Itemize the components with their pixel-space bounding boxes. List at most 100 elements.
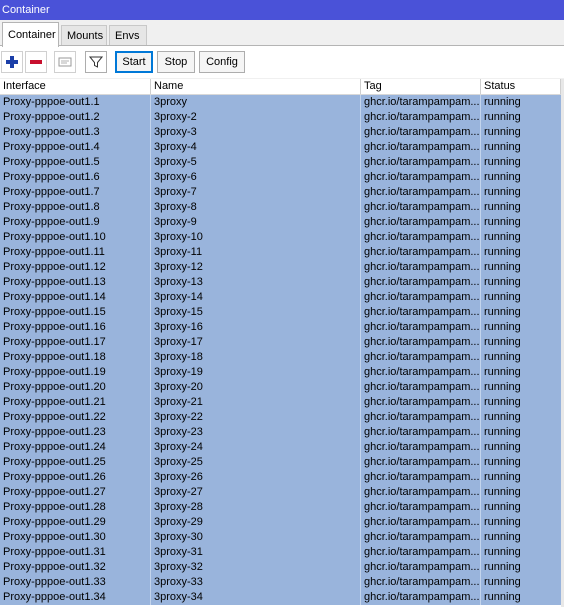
cell-name: 3proxy-31 [151,545,361,560]
cell-name: 3proxy-22 [151,410,361,425]
table-row[interactable]: Proxy-pppoe-out1.7 3proxy-7 ghcr.io/taramp… [0,185,564,200]
table-row[interactable]: Proxy-pppoe-out1.33 3proxy-33 ghcr.io/tara… [0,575,564,590]
cell-tag: ghcr.io/tarampampam... [361,545,481,560]
column-header-status[interactable]: Status [481,79,561,94]
cell-name: 3proxy-28 [151,500,361,515]
cell-name: 3proxy-7 [151,185,361,200]
cell-tag: ghcr.io/tarampampam... [361,530,481,545]
cell-tag: ghcr.io/tarampampam... [361,215,481,230]
cell-status: running [484,216,521,228]
cell-status: running [484,546,521,558]
cell-tag: ghcr.io/tarampampam... [361,515,481,530]
window-titlebar: Container [0,0,564,20]
cell-name: 3proxy-33 [151,575,361,590]
table-row[interactable]: Proxy-pppoe-out1.29 3proxy-29 ghcr.io/tara… [0,515,564,530]
tab-mounts[interactable]: Mounts [61,25,107,46]
tab-envs[interactable]: Envs [109,25,147,46]
table-row[interactable]: Proxy-pppoe-out1.3 3proxy-3 ghcr.io/taramp… [0,125,564,140]
table-row[interactable]: Proxy-pppoe-out1.27 3proxy-27 ghcr.io/tara… [0,485,564,500]
stop-button[interactable]: Stop [157,51,195,73]
cell-interface: Proxy-pppoe-out1.25 [0,455,151,470]
table-row[interactable]: Proxy-pppoe-out1.1 3proxy ghcr.io/tarampam… [0,95,564,110]
cell-interface: Proxy-pppoe-out1.26 [0,470,151,485]
cell-status: running [484,156,521,168]
cell-status: running [484,486,521,498]
table-row[interactable]: Proxy-pppoe-out1.15 3proxy-15 ghcr.io/tara… [0,305,564,320]
table-row[interactable]: Proxy-pppoe-out1.4 3proxy-4 ghcr.io/taramp… [0,140,564,155]
cell-status: running [484,141,521,153]
table-row[interactable]: Proxy-pppoe-out1.6 3proxy-6 ghcr.io/taramp… [0,170,564,185]
cell-status: running [484,516,521,528]
cell-interface: Proxy-pppoe-out1.11 [0,245,151,260]
cell-status: running [484,291,521,303]
table-row[interactable]: Proxy-pppoe-out1.24 3proxy-24 ghcr.io/tara… [0,440,564,455]
table-row[interactable]: Proxy-pppoe-out1.19 3proxy-19 ghcr.io/tara… [0,365,564,380]
window-title: Container [2,4,50,16]
column-header-name[interactable]: Name [151,79,361,94]
cell-tag: ghcr.io/tarampampam... [361,305,481,320]
table-row[interactable]: Proxy-pppoe-out1.13 3proxy-13 ghcr.io/tara… [0,275,564,290]
cell-status: running [484,186,521,198]
table-row[interactable]: Proxy-pppoe-out1.23 3proxy-23 ghcr.io/tara… [0,425,564,440]
config-button[interactable]: Config [199,51,245,73]
table-row[interactable]: Proxy-pppoe-out1.14 3proxy-14 ghcr.io/tara… [0,290,564,305]
table-row[interactable]: Proxy-pppoe-out1.16 3proxy-16 ghcr.io/tara… [0,320,564,335]
table-row[interactable]: Proxy-pppoe-out1.11 3proxy-11 ghcr.io/tara… [0,245,564,260]
column-header-tag[interactable]: Tag [361,79,481,94]
table-row[interactable]: Proxy-pppoe-out1.31 3proxy-31 ghcr.io/tara… [0,545,564,560]
column-header-interface[interactable]: Interface [0,79,151,94]
table-row[interactable]: Proxy-pppoe-out1.26 3proxy-26 ghcr.io/tara… [0,470,564,485]
remove-button[interactable] [25,51,47,73]
table-row[interactable]: Proxy-pppoe-out1.32 3proxy-32 ghcr.io/tara… [0,560,564,575]
comment-button[interactable] [54,51,76,73]
table-row[interactable]: Proxy-pppoe-out1.12 3proxy-12 ghcr.io/tara… [0,260,564,275]
cell-interface: Proxy-pppoe-out1.13 [0,275,151,290]
table-row[interactable]: Proxy-pppoe-out1.21 3proxy-21 ghcr.io/tara… [0,395,564,410]
cell-interface: Proxy-pppoe-out1.22 [0,410,151,425]
table-row[interactable]: Proxy-pppoe-out1.22 3proxy-22 ghcr.io/tara… [0,410,564,425]
cell-interface: Proxy-pppoe-out1.20 [0,380,151,395]
add-button[interactable] [1,51,23,73]
cell-name: 3proxy-15 [151,305,361,320]
cell-tag: ghcr.io/tarampampam... [361,155,481,170]
cell-status: running [484,531,521,543]
cell-status: running [484,396,521,408]
cell-tag: ghcr.io/tarampampam... [361,470,481,485]
toolbar: Start Stop Config [0,46,564,78]
cell-status: running [484,441,521,453]
cell-status: running [484,171,521,183]
cell-interface: Proxy-pppoe-out1.31 [0,545,151,560]
table-row[interactable]: Proxy-pppoe-out1.9 3proxy-9 ghcr.io/taramp… [0,215,564,230]
table-row[interactable]: Proxy-pppoe-out1.17 3proxy-17 ghcr.io/tara… [0,335,564,350]
cell-interface: Proxy-pppoe-out1.18 [0,350,151,365]
start-button[interactable]: Start [115,51,153,73]
cell-name: 3proxy-21 [151,395,361,410]
cell-tag: ghcr.io/tarampampam... [361,575,481,590]
table-row[interactable]: Proxy-pppoe-out1.2 3proxy-2 ghcr.io/taramp… [0,110,564,125]
table-row[interactable]: Proxy-pppoe-out1.8 3proxy-8 ghcr.io/taramp… [0,200,564,215]
cell-tag: ghcr.io/tarampampam... [361,125,481,140]
table-row[interactable]: Proxy-pppoe-out1.34 3proxy-34 ghcr.io/tara… [0,590,564,605]
cell-tag: ghcr.io/tarampampam... [361,410,481,425]
cell-status: running [484,381,521,393]
table-row[interactable]: Proxy-pppoe-out1.5 3proxy-5 ghcr.io/taramp… [0,155,564,170]
table-row[interactable]: Proxy-pppoe-out1.18 3proxy-18 ghcr.io/tara… [0,350,564,365]
filter-button[interactable] [85,51,107,73]
table-row[interactable]: Proxy-pppoe-out1.25 3proxy-25 ghcr.io/tara… [0,455,564,470]
cell-tag: ghcr.io/tarampampam... [361,275,481,290]
table-row[interactable]: Proxy-pppoe-out1.28 3proxy-28 ghcr.io/tara… [0,500,564,515]
cell-tag: ghcr.io/tarampampam... [361,110,481,125]
cell-name: 3proxy-20 [151,380,361,395]
cell-tag: ghcr.io/tarampampam... [361,590,481,605]
cell-tag: ghcr.io/tarampampam... [361,95,481,110]
plus-icon [6,56,18,68]
cell-status: running [484,426,521,438]
table-row[interactable]: Proxy-pppoe-out1.30 3proxy-30 ghcr.io/tara… [0,530,564,545]
cell-name: 3proxy-8 [151,200,361,215]
tab-container[interactable]: Container [2,22,59,47]
table-row[interactable]: Proxy-pppoe-out1.10 3proxy-10 ghcr.io/tara… [0,230,564,245]
cell-interface: Proxy-pppoe-out1.19 [0,365,151,380]
cell-interface: Proxy-pppoe-out1.32 [0,560,151,575]
cell-name: 3proxy-17 [151,335,361,350]
table-row[interactable]: Proxy-pppoe-out1.20 3proxy-20 ghcr.io/tara… [0,380,564,395]
